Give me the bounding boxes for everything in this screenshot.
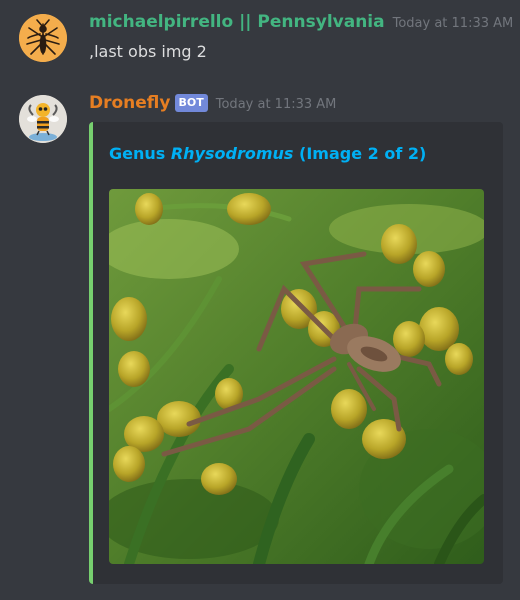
message-header: Dronefly BOT Today at 11:33 AM — [89, 93, 336, 114]
message-content: ,last obs img 2 — [89, 42, 207, 61]
spider-photo — [109, 189, 484, 564]
avatar[interactable] — [19, 14, 67, 62]
embed: Genus Rhysodromus (Image 2 of 2) — [89, 122, 503, 584]
embed-title-suffix: (Image 2 of 2) — [293, 144, 427, 163]
embed-title-taxon: Rhysodromus — [170, 144, 294, 163]
timestamp: Today at 11:33 AM — [392, 16, 514, 31]
embed-title-prefix: Genus — [109, 144, 171, 163]
username[interactable]: Dronefly — [89, 93, 171, 113]
bot-badge: BOT — [174, 94, 208, 112]
message-header: michaelpirrello || Pennsylvania Today at … — [89, 12, 513, 32]
avatar[interactable] — [19, 95, 67, 143]
message-1: michaelpirrello || Pennsylvania Today at … — [0, 0, 520, 90]
username[interactable]: michaelpirrello || Pennsylvania — [89, 12, 385, 32]
timestamp: Today at 11:33 AM — [215, 97, 337, 112]
embed-image[interactable] — [109, 189, 484, 564]
mosquito-icon — [19, 14, 67, 62]
embed-title[interactable]: Genus Rhysodromus (Image 2 of 2) — [109, 144, 426, 163]
bee-robot-icon — [19, 95, 67, 143]
